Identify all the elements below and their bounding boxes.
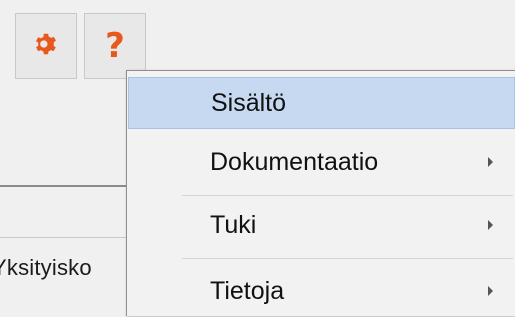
menu-item-tuki[interactable]: Tuki (128, 199, 515, 251)
menu-item-label: Tietoja (210, 276, 285, 305)
menu-separator (182, 258, 513, 259)
settings-button[interactable] (15, 13, 77, 79)
menu-item-label: Dokumentaatio (210, 147, 379, 176)
menu-item-tietoja[interactable]: Tietoja (128, 265, 515, 317)
submenu-arrow-icon (488, 220, 493, 230)
question-mark-icon: ? (105, 26, 125, 66)
help-dropdown-menu: Sisältö Dokumentaatio Tuki Tietoja (126, 70, 515, 316)
menu-item-dokumentaatio[interactable]: Dokumentaatio (128, 136, 515, 188)
menu-separator (182, 195, 513, 196)
menu-item-label: Tuki (210, 210, 257, 239)
background-partial-label: Yksityisko (0, 255, 92, 280)
submenu-arrow-icon (488, 157, 493, 167)
gear-icon (33, 31, 59, 62)
background-divider-light (0, 237, 126, 238)
menu-item-label: Sisältö (211, 88, 287, 117)
submenu-arrow-icon (488, 286, 493, 296)
menu-item-sisalto[interactable]: Sisältö (128, 77, 515, 129)
background-divider (0, 185, 126, 187)
